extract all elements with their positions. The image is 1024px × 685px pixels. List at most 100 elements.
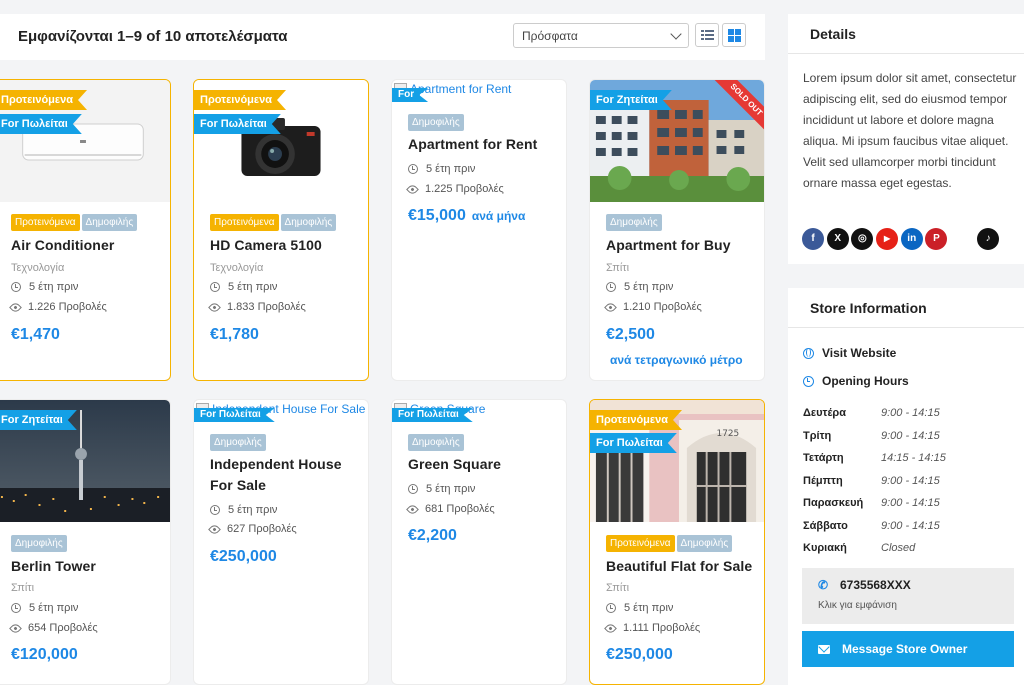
listing-price: €120,000	[11, 646, 78, 663]
details-panel: Details Lorem ipsum dolor sit amet, cons…	[788, 14, 1024, 264]
listing-category[interactable]: Τεχνολογία	[210, 262, 263, 274]
featured-tag: Προτεινόμενα	[11, 214, 80, 231]
visit-website-link[interactable]: Visit Website	[803, 346, 896, 360]
listing-title[interactable]: Air Conditioner	[11, 235, 114, 256]
youtube-icon[interactable]: ▶	[876, 228, 899, 250]
status-ribbon: For Πωλείται	[590, 433, 677, 453]
clock-icon	[210, 282, 220, 292]
hours-row: Τετάρτη 14:15 - 14:15	[803, 452, 946, 465]
status-ribbon: For Πωλείται	[392, 408, 473, 422]
opening-hours-table: Δευτέρα 9:00 - 14:15 Τρίτη 9:00 - 14:15 Τε…	[803, 402, 1013, 560]
listing-title[interactable]: Green Square	[408, 454, 501, 475]
listing-views: 654 Προβολές	[28, 622, 98, 634]
hours-row: Σάββατο 9:00 - 14:15	[803, 519, 940, 532]
listing-title[interactable]: Independent House For Sale	[210, 454, 342, 496]
eye-icon	[406, 502, 419, 516]
results-toolbar: Εμφανίζονται 1–9 of 10 αποτελέσματα Πρόσ…	[0, 14, 765, 60]
store-info-panel: Store Information Visit Website Opening …	[788, 288, 1024, 685]
eye-icon	[9, 621, 22, 635]
listing-card[interactable]: Προτεινόμενα For Πωλείται Προτεινόμενα Δη…	[193, 79, 369, 381]
listing-card[interactable]: For Ζητείται SOLD OUT Δημοφιλής Apartmen…	[589, 79, 765, 381]
popular-tag: Δημοφιλής	[11, 535, 67, 552]
eye-icon	[604, 621, 617, 635]
store-info-heading: Store Information	[788, 288, 1024, 328]
social-links: f X ◎ ▶ in P ♪	[802, 228, 1002, 250]
sort-select[interactable]: Πρόσφατα	[513, 23, 689, 48]
listing-price: €1,780	[210, 326, 259, 343]
listing-time: 5 έτη πριν	[29, 602, 79, 614]
listing-price: €250,000	[210, 548, 277, 565]
listing-views: 1.210 Προβολές	[623, 301, 702, 313]
listing-time: 5 έτη πριν	[228, 281, 278, 293]
hours-row: Δευτέρα 9:00 - 14:15	[803, 407, 940, 420]
popular-tag: Δημοφιλής	[408, 434, 464, 451]
listing-card[interactable]: For Ζητείται Δημοφιλής Berlin Tower Σπίτ…	[0, 399, 171, 685]
status-ribbon: For Πωλείται	[194, 114, 281, 134]
listing-card[interactable]: Προτεινόμενα For Πωλείται Προτεινόμενα Δη…	[0, 79, 171, 381]
listing-price: €2,500	[606, 326, 655, 343]
phone-hint: Κλικ για εμφάνιση	[818, 600, 897, 611]
price-period: ανά μήνα	[471, 209, 526, 223]
listing-card[interactable]: Green Square For Πωλείται Δημοφιλής Gree…	[391, 399, 567, 685]
clock-icon	[803, 375, 814, 387]
sort-selected-value: Πρόσφατα	[522, 29, 578, 43]
pinterest-icon[interactable]: P	[925, 228, 948, 250]
hours-row: Πέμπτη 9:00 - 14:15	[803, 474, 940, 487]
popular-tag: Δημοφιλής	[408, 114, 464, 131]
phone-reveal[interactable]: ✆ 6735568XXX Κλικ για εμφάνιση	[802, 568, 1014, 624]
tiktok-icon[interactable]: ♪	[977, 228, 1000, 250]
featured-tag: Προτεινόμενα	[210, 214, 279, 231]
eye-icon	[208, 522, 221, 536]
clock-icon	[210, 505, 220, 515]
listing-views: 1.833 Προβολές	[227, 301, 306, 313]
popular-tag: Δημοφιλής	[81, 214, 138, 231]
chevron-down-icon	[670, 28, 682, 40]
eye-icon	[604, 300, 617, 314]
listing-time: 5 έτη πριν	[426, 483, 476, 495]
featured-tag: Προτεινόμενα	[606, 535, 675, 552]
listing-category[interactable]: Σπίτι	[606, 262, 629, 274]
listing-category[interactable]: Τεχνολογία	[11, 262, 64, 274]
popular-tag: Δημοφιλής	[676, 535, 733, 552]
listing-views: 1.225 Προβολές	[425, 183, 504, 195]
listing-title[interactable]: Apartment for Rent	[408, 134, 537, 155]
clock-icon	[11, 282, 21, 292]
linkedin-icon[interactable]: in	[900, 228, 923, 250]
facebook-icon[interactable]: f	[802, 228, 824, 250]
listing-title[interactable]: Beautiful Flat for Sale	[606, 556, 752, 577]
list-view-button[interactable]	[695, 23, 719, 47]
clock-icon	[606, 603, 616, 613]
featured-ribbon: Προτεινόμενα	[194, 90, 286, 110]
hours-row: Κυριακή Closed	[803, 542, 916, 555]
listing-category[interactable]: Σπίτι	[11, 582, 34, 594]
listing-card[interactable]: Apartment for Rent For Δημοφιλής Apartme…	[391, 79, 567, 381]
globe-icon	[803, 347, 814, 359]
phone-icon: ✆	[818, 578, 829, 592]
results-count: Εμφανίζονται 1–9 of 10 αποτελέσματα	[18, 28, 288, 45]
listing-card[interactable]: 1725 Προτεινόμενα For Πωλείται Προτεινόμ…	[589, 399, 765, 685]
x-icon[interactable]: X	[826, 228, 849, 250]
popular-tag: Δημοφιλής	[210, 434, 266, 451]
message-store-owner-button[interactable]: Message Store Owner	[802, 631, 1014, 667]
instagram-icon[interactable]: ◎	[851, 228, 874, 250]
listing-title[interactable]: Apartment for Buy	[606, 235, 731, 256]
status-ribbon: For Πωλείται	[0, 114, 82, 134]
listing-card[interactable]: Independent House For Sale For Πωλείται …	[193, 399, 369, 685]
listing-time: 5 έτη πριν	[624, 602, 674, 614]
grid-icon	[728, 29, 741, 42]
eye-icon	[9, 300, 22, 314]
listing-category[interactable]: Σπίτι	[606, 582, 629, 594]
opening-hours-label: Opening Hours	[803, 374, 909, 388]
listing-price: €15,000	[408, 207, 466, 224]
grid-view-button[interactable]	[722, 23, 746, 47]
listing-title[interactable]: HD Camera 5100	[210, 235, 322, 256]
popular-tag: Δημοφιλής	[280, 214, 337, 231]
listing-time: 5 έτη πριν	[228, 504, 278, 516]
listing-title[interactable]: Berlin Tower	[11, 556, 96, 577]
phone-number: 6735568XXX	[840, 578, 911, 592]
svg-text:1725: 1725	[717, 429, 740, 439]
featured-ribbon: Προτεινόμενα	[590, 410, 682, 430]
envelope-icon	[818, 644, 830, 654]
eye-icon	[208, 300, 221, 314]
listing-price: €250,000	[606, 646, 673, 663]
